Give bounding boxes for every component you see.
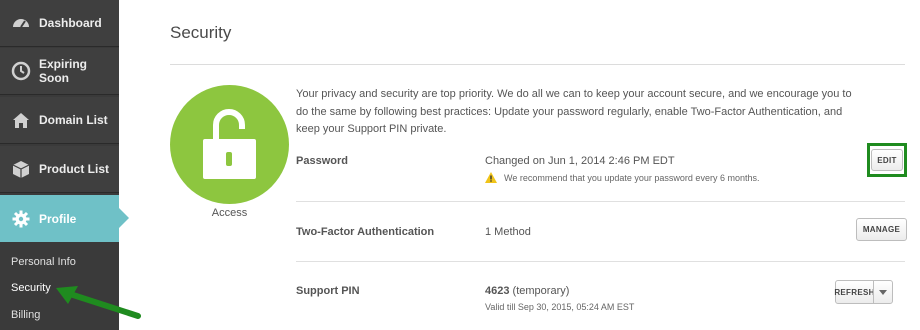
refresh-pin-button[interactable]: REFRESH: [834, 280, 874, 304]
box-icon: [11, 159, 31, 179]
support-pin-validity: Valid till Sep 30, 2015, 05:24 AM EST: [485, 302, 635, 312]
subnav-item-label: Billing: [11, 309, 41, 321]
title-divider: [170, 64, 905, 65]
two-factor-label: Two-Factor Authentication: [296, 226, 435, 238]
password-warning-text: We recommend that you update your passwo…: [504, 172, 760, 183]
sidebar-item-label: Dashboard: [39, 16, 102, 30]
gear-icon: [11, 209, 31, 229]
home-icon: [11, 110, 31, 130]
subnav-item-label: Security: [11, 282, 51, 294]
support-pin-value: 4623 (temporary): [485, 285, 569, 297]
sidebar-item-domain-list[interactable]: Domain List: [0, 97, 119, 144]
speedometer-icon: [11, 13, 31, 33]
page-title: Security: [170, 23, 232, 42]
subnav-item-personal-info[interactable]: Personal Info: [0, 250, 119, 274]
chevron-down-icon: [879, 289, 887, 295]
sidebar-item-label: Domain List: [39, 113, 108, 127]
password-changed-value: Changed on Jun 1, 2014 2:46 PM EDT: [485, 155, 675, 167]
refresh-options-dropdown[interactable]: [873, 280, 893, 304]
sidebar-item-label: Product List: [39, 162, 110, 176]
row-divider: [296, 201, 905, 202]
two-factor-value: 1 Method: [485, 226, 531, 238]
intro-text: Your privacy and security are top priori…: [296, 88, 852, 135]
unlocked-padlock-icon: [203, 109, 256, 179]
access-badge: [170, 85, 289, 204]
sidebar-item-label: Profile: [39, 211, 77, 226]
password-label: Password: [296, 155, 348, 167]
access-label: Access: [211, 207, 248, 219]
support-pin-note: (temporary): [512, 285, 570, 297]
main-content: Security Access Your privacy and securit…: [119, 0, 920, 330]
sidebar-item-profile[interactable]: Profile: [0, 195, 129, 242]
sidebar-item-label: Expiring Soon: [39, 57, 88, 85]
password-warning: We recommend that you update your passwo…: [485, 172, 759, 183]
sidebar-item-dashboard[interactable]: Dashboard: [0, 0, 119, 47]
support-pin-label: Support PIN: [296, 285, 360, 297]
row-divider: [296, 261, 905, 262]
clock-icon: [11, 61, 31, 81]
sidebar-item-product-list[interactable]: Product List: [0, 146, 119, 193]
subnav-item-label: Personal Info: [11, 256, 76, 268]
support-pin-number: 4623: [485, 285, 510, 297]
warning-icon: [485, 172, 497, 183]
edit-button-highlight: [867, 143, 907, 177]
sidebar-item-expiring-soon[interactable]: Expiring Soon: [0, 48, 119, 95]
manage-two-factor-button[interactable]: MANAGE: [856, 218, 907, 241]
